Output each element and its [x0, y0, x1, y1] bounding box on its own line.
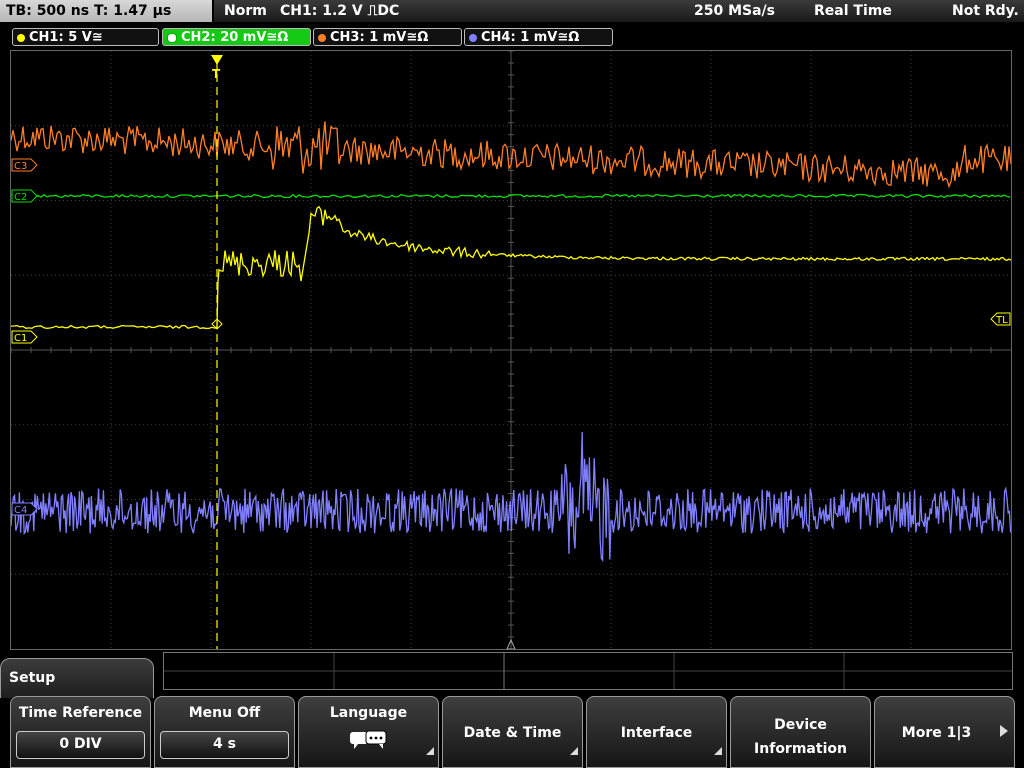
submenu-corner-icon — [426, 747, 434, 755]
overview-strip — [163, 652, 1013, 690]
acquisition-mode: Real Time — [814, 3, 892, 19]
submenu-corner-icon — [714, 747, 722, 755]
language-label: Language — [329, 705, 408, 721]
language-softkey[interactable]: Language — [298, 696, 439, 768]
channel-tab-ch1[interactable]: CH1: 5 V≅ — [12, 28, 159, 46]
trigger-coupling: DC — [377, 3, 400, 19]
channel-tab-ch2[interactable]: CH2: 20 mV≅Ω — [162, 28, 311, 46]
waveform-display[interactable]: T C3 C2 C1 C4 TL — [10, 50, 1012, 650]
time-reference-softkey[interactable]: Time Reference 0 DIV — [10, 696, 151, 768]
acquisition-state: Not Rdy. — [952, 3, 1019, 19]
status-bar: Norm CH1: 1.2 V ⎍DC 250 MSa/s Real Time … — [214, 0, 1024, 22]
menu-title-setup: Setup — [0, 658, 154, 698]
ch1-offset-marker[interactable]: C1 — [11, 330, 38, 344]
interface-softkey[interactable]: Interface — [586, 696, 727, 768]
speech-bubble-icon — [350, 730, 387, 749]
trigger-source-level: CH1: 1.2 V — [280, 3, 363, 19]
channel-tab-ch3[interactable]: CH3: 1 mV≅Ω — [313, 28, 462, 46]
trigger-setting[interactable]: CH1: 1.2 V ⎍DC — [280, 0, 399, 22]
rising-edge-icon: ⎍ — [367, 3, 378, 19]
channel-tab-ch4[interactable]: CH4: 1 mV≅Ω — [464, 28, 613, 46]
trigger-level-marker[interactable]: TL — [990, 312, 1011, 326]
device-information-softkey[interactable]: Device Information — [730, 696, 871, 768]
ch2-dot-icon — [167, 32, 177, 43]
device-information-label-1: Device — [774, 717, 827, 733]
device-information-label-2: Information — [754, 741, 847, 757]
ch2-offset-marker[interactable]: C2 — [11, 189, 38, 203]
menu-off-label: Menu Off — [188, 705, 261, 721]
timebase-readout[interactable]: TB: 500 ns T: 1.47 µs — [0, 0, 212, 22]
trigger-position-label: T — [212, 67, 221, 81]
trigger-mode[interactable]: Norm — [224, 0, 267, 22]
trigger-position-marker-icon[interactable] — [211, 55, 223, 65]
interface-label: Interface — [620, 725, 693, 741]
ch3-label: CH3: 1 mV≅Ω — [330, 30, 429, 45]
date-time-softkey[interactable]: Date & Time — [442, 696, 583, 768]
time-reference-value[interactable]: 0 DIV — [16, 731, 145, 759]
sample-rate: 250 MSa/s — [694, 3, 776, 19]
menu-off-value[interactable]: 4 s — [160, 731, 289, 759]
trigger-level-label: TL — [995, 315, 1008, 326]
ch3-offset-marker[interactable]: C3 — [11, 158, 38, 172]
ch3-marker-label: C3 — [14, 161, 27, 172]
ch2-marker-label: C2 — [14, 192, 27, 203]
ch1-dot-icon — [17, 33, 25, 42]
ch1-marker-label: C1 — [14, 333, 27, 344]
more-softkey[interactable]: More 1|3 — [874, 696, 1015, 768]
time-reference-label: Time Reference — [18, 705, 143, 721]
date-time-label: Date & Time — [463, 725, 562, 741]
ch4-label: CH4: 1 mV≅Ω — [481, 30, 580, 45]
ch4-dot-icon — [469, 33, 477, 42]
more-page-label: More 1|3 — [901, 725, 972, 741]
submenu-corner-icon — [570, 747, 578, 755]
arrow-right-icon — [1000, 725, 1008, 737]
ch1-label: CH1: 5 V≅ — [29, 30, 103, 45]
menu-off-softkey[interactable]: Menu Off 4 s — [154, 696, 295, 768]
ch4-marker-label: C4 — [14, 505, 27, 516]
ch2-label: CH2: 20 mV≅Ω — [181, 30, 289, 45]
ch3-dot-icon — [318, 33, 326, 42]
